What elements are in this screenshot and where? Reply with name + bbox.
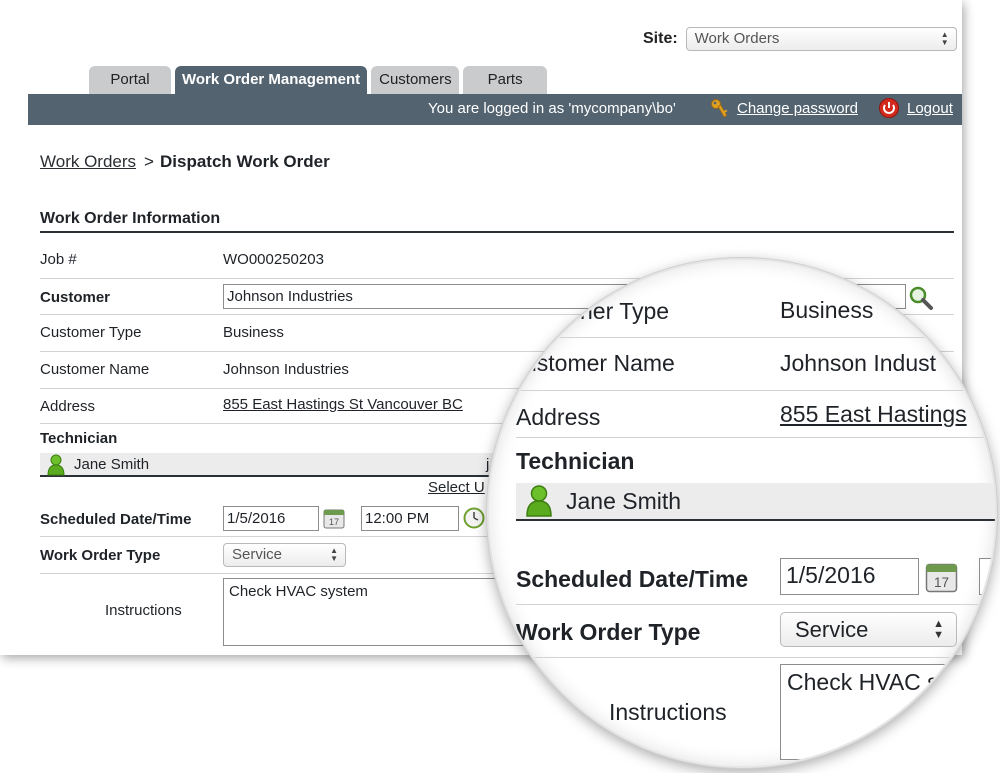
header-bar: You are logged in as 'mycompany\bo' Chan… (28, 94, 962, 125)
mag-instructions-label: Instructions (609, 699, 727, 725)
logged-in-text: You are logged in as 'mycompany\bo' (428, 100, 676, 117)
type-select-value: Service (232, 546, 283, 563)
change-password-link[interactable]: Change password (737, 100, 858, 117)
mag-technician-name: Jane Smith (566, 488, 682, 514)
mag-time-input-edge[interactable] (979, 558, 995, 595)
customer-name-value: Johnson Industries (223, 361, 349, 378)
breadcrumb-work-orders[interactable]: Work Orders (40, 152, 136, 171)
logout-link[interactable]: Logout (907, 100, 953, 117)
select-arrows-icon: ▲ ▼ (330, 546, 338, 563)
site-select[interactable]: Work Orders ▲ ▼ (685, 27, 957, 51)
customer-type-value: Business (223, 324, 284, 341)
key-icon (710, 98, 730, 124)
site-select-value: Work Orders (694, 30, 780, 47)
person-icon (524, 484, 554, 524)
mag-type-select[interactable]: Service ▲ ▼ (780, 612, 957, 647)
scheduled-label: Scheduled Date/Time (40, 511, 192, 528)
customer-label: Customer (40, 289, 111, 306)
mag-instructions-textarea[interactable]: Check HVAC s (780, 664, 995, 760)
select-arrows-icon: ▲ ▼ (940, 30, 949, 47)
page-title: Dispatch Work Order (159, 152, 330, 171)
magnifier-lens: ner Type Business ustomer Name Johnson I… (487, 258, 997, 768)
power-icon (878, 97, 900, 123)
mag-technician-label: Technician (516, 448, 635, 474)
tab-work-order-management[interactable]: Work Order Management (175, 66, 368, 94)
mag-address-label: Address (516, 404, 601, 430)
select-link[interactable]: Select U (428, 479, 485, 496)
type-select[interactable]: Service ▲ ▼ (223, 543, 346, 567)
mag-customer-type-value: Business (780, 297, 874, 323)
mag-date-input[interactable]: 1/5/2016 (780, 558, 919, 595)
time-input[interactable]: 12:00 PM (361, 506, 459, 531)
date-input[interactable]: 1/5/2016 (223, 506, 319, 531)
type-label: Work Order Type (40, 547, 161, 564)
magnified-view: ner Type Business ustomer Name Johnson I… (489, 260, 995, 766)
tab-parts[interactable]: Parts (463, 66, 548, 94)
mag-customer-name-label: ustomer Name (524, 350, 675, 376)
site-label: Site: (643, 30, 678, 47)
customer-name-label: Customer Name (40, 361, 150, 378)
address-label: Address (40, 398, 96, 415)
mag-address-link[interactable]: 855 East Hastings (780, 401, 967, 428)
job-label: Job # (40, 251, 77, 268)
mag-customer-name-row: ustomer Name Johnson Indust (516, 338, 995, 391)
calendar-icon[interactable]: 17 (323, 507, 345, 534)
select-arrows-icon: ▲ ▼ (933, 618, 944, 641)
mag-type-select-value: Service (795, 617, 869, 642)
section-title: Work Order Information (40, 210, 954, 233)
site-selector: Site: Work Orders ▲ ▼ (643, 27, 957, 51)
mag-customer-type-row: ner Type Business (516, 260, 995, 338)
tab-customers[interactable]: Customers (371, 66, 460, 94)
customer-type-label: Customer Type (40, 324, 142, 341)
mag-customer-name-value: Johnson Indust (780, 350, 937, 376)
breadcrumb-separator: > (144, 152, 154, 171)
technician-name: Jane Smith (74, 456, 150, 473)
job-value: WO000250203 (223, 251, 324, 268)
calendar-icon[interactable]: 17 (925, 560, 958, 598)
mag-technician-bar: Jane Smith (516, 483, 995, 524)
breadcrumb: Work Orders > Dispatch Work Order (40, 152, 330, 172)
instructions-label: Instructions (105, 602, 182, 619)
mag-calendar-day: 17 (934, 575, 949, 590)
person-icon (46, 454, 66, 480)
main-tabs: Portal Work Order Management Customers P… (89, 66, 551, 94)
mag-customer-type-label: ner Type (580, 298, 670, 324)
technician-label: Technician (40, 430, 118, 447)
address-link[interactable]: 855 East Hastings St Vancouver BC (223, 396, 463, 413)
tab-portal[interactable]: Portal (89, 66, 171, 94)
clock-icon[interactable] (463, 507, 485, 534)
mag-scheduled-label: Scheduled Date/Time (516, 566, 749, 592)
mag-type-label: Work Order Type (516, 619, 701, 645)
calendar-day: 17 (329, 517, 339, 527)
mag-address-row: Address 855 East Hastings (516, 391, 995, 438)
